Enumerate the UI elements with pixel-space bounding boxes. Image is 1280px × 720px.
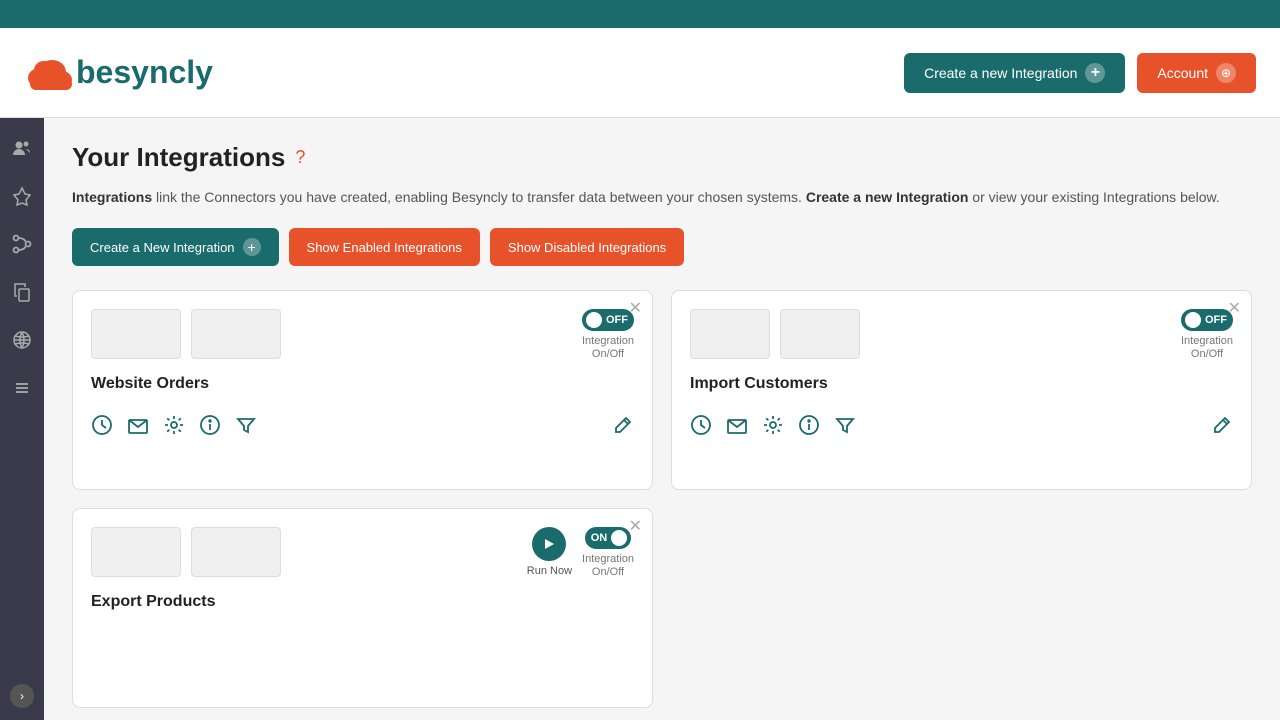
- card-logo-right-website-orders: [191, 309, 281, 359]
- toggle-import-customers[interactable]: OFF: [1181, 309, 1233, 331]
- create-new-integration-button[interactable]: Create a New Integration +: [72, 228, 279, 266]
- create-new-integration-label: Create a New Integration: [90, 240, 235, 255]
- help-icon[interactable]: ?: [295, 147, 305, 168]
- content-area: Your Integrations ? Integrations link th…: [44, 118, 1280, 720]
- account-user-icon: ⊕: [1216, 63, 1236, 83]
- card-logo-left-import-customers: [690, 309, 770, 359]
- filter-icon-website-orders[interactable]: [235, 413, 257, 436]
- sidebar-item-flow[interactable]: [8, 230, 36, 258]
- info-icon-import-customers[interactable]: [798, 413, 820, 436]
- sidebar-item-pin[interactable]: [8, 182, 36, 210]
- page-title-row: Your Integrations ?: [72, 142, 1252, 173]
- description-text1: link the Connectors you have created, en…: [152, 189, 806, 205]
- card-actions-import-customers: [690, 413, 1233, 436]
- toggle-circle-website-orders: [586, 312, 602, 328]
- toggle-sublabel-website-orders: IntegrationOn/Off: [582, 335, 634, 361]
- card-close-icon-import-customers[interactable]: ✕: [1228, 301, 1241, 317]
- logo-container: besyncly: [24, 52, 213, 94]
- clock-icon-import-customers[interactable]: [690, 413, 712, 436]
- description-text2: or view your existing Integrations below…: [968, 189, 1219, 205]
- card-icons-import-customers: [690, 413, 856, 436]
- settings-icon-website-orders[interactable]: [163, 413, 185, 436]
- sidebar: ›: [0, 118, 44, 720]
- logo-cloud-icon: [24, 52, 72, 94]
- create-integration-label: Create a new Integration: [924, 65, 1077, 81]
- integration-card-import-customers: ✕ OFF IntegrationOn/Off Import Custom: [671, 290, 1252, 490]
- top-bar: [0, 0, 1280, 28]
- page-title: Your Integrations: [72, 142, 285, 173]
- integrations-grid: ✕ OFF IntegrationOn/Off Website Order: [72, 290, 1252, 708]
- card-logo-left-website-orders: [91, 309, 181, 359]
- toggle-export-products[interactable]: ON: [585, 527, 632, 549]
- edit-icon-import-customers[interactable]: [1211, 413, 1233, 436]
- header-actions: Create a new Integration + Account ⊕: [904, 53, 1256, 93]
- sidebar-item-globe[interactable]: [8, 326, 36, 354]
- account-button[interactable]: Account ⊕: [1137, 53, 1256, 93]
- card-logos-website-orders: [91, 309, 281, 359]
- run-now-area-export-products: Run Now: [527, 527, 572, 577]
- toggle-circle-export-products: [611, 530, 627, 546]
- sidebar-item-copy[interactable]: [8, 278, 36, 306]
- account-label: Account: [1157, 65, 1208, 81]
- sidebar-item-list[interactable]: [8, 374, 36, 402]
- toggle-label-import-customers: OFF: [1205, 314, 1227, 326]
- edit-icon-website-orders[interactable]: [612, 413, 634, 436]
- card-top-website-orders: OFF IntegrationOn/Off: [91, 309, 634, 361]
- settings-icon-import-customers[interactable]: [762, 413, 784, 436]
- toggle-label-website-orders: OFF: [606, 314, 628, 326]
- toggle-on-text-export-products: ON: [591, 532, 608, 544]
- card-logos-export-products: [91, 527, 281, 577]
- show-disabled-button[interactable]: Show Disabled Integrations: [490, 228, 684, 266]
- integration-card-website-orders: ✕ OFF IntegrationOn/Off Website Order: [72, 290, 653, 490]
- card-title-export-products: Export Products: [91, 593, 634, 611]
- card-logo-left-export-products: [91, 527, 181, 577]
- toggle-website-orders[interactable]: OFF: [582, 309, 634, 331]
- page-description: Integrations link the Connectors you hav…: [72, 187, 1252, 208]
- run-now-label-export-products: Run Now: [527, 565, 572, 577]
- toggle-sublabel-import-customers: IntegrationOn/Off: [1181, 335, 1233, 361]
- card-logo-right-export-products: [191, 527, 281, 577]
- email-icon-import-customers[interactable]: [726, 413, 748, 436]
- filter-icon-import-customers[interactable]: [834, 413, 856, 436]
- card-logo-right-import-customers: [780, 309, 860, 359]
- main-layout: › Your Integrations ? Integrations link …: [0, 118, 1280, 720]
- action-buttons: Create a New Integration + Show Enabled …: [72, 228, 1252, 266]
- create-new-plus-icon: +: [243, 238, 261, 256]
- logo-text: besyncly: [76, 54, 213, 91]
- card-top-export-products: Run Now ON IntegrationOn/Off: [91, 527, 634, 579]
- sidebar-expand-icon: ›: [20, 689, 24, 703]
- description-integrations-bold: Integrations: [72, 189, 152, 205]
- create-integration-button[interactable]: Create a new Integration +: [904, 53, 1125, 93]
- email-icon-website-orders[interactable]: [127, 413, 149, 436]
- clock-icon-website-orders[interactable]: [91, 413, 113, 436]
- card-close-icon-website-orders[interactable]: ✕: [629, 301, 642, 317]
- header: besyncly Create a new Integration + Acco…: [0, 28, 1280, 118]
- sidebar-item-people[interactable]: [8, 134, 36, 162]
- show-enabled-button[interactable]: Show Enabled Integrations: [289, 228, 480, 266]
- toggle-sublabel-export-products: IntegrationOn/Off: [582, 553, 634, 579]
- card-toggle-area-import-customers: OFF IntegrationOn/Off: [1181, 309, 1233, 361]
- info-icon-website-orders[interactable]: [199, 413, 221, 436]
- sidebar-expand-button[interactable]: ›: [10, 684, 34, 708]
- card-title-import-customers: Import Customers: [690, 375, 1233, 393]
- card-close-icon-export-products[interactable]: ✕: [629, 519, 642, 535]
- card-icons-website-orders: [91, 413, 257, 436]
- card-actions-website-orders: [91, 413, 634, 436]
- create-integration-plus-icon: +: [1085, 63, 1105, 83]
- card-toggle-area-export-products: ON IntegrationOn/Off: [582, 527, 634, 579]
- integration-card-export-products: ✕ Run Now: [72, 508, 653, 708]
- card-title-website-orders: Website Orders: [91, 375, 634, 393]
- card-logos-import-customers: [690, 309, 860, 359]
- card-top-import-customers: OFF IntegrationOn/Off: [690, 309, 1233, 361]
- run-now-button-export-products[interactable]: [532, 527, 566, 561]
- card-toggle-area-website-orders: OFF IntegrationOn/Off: [582, 309, 634, 361]
- toggle-circle-import-customers: [1185, 312, 1201, 328]
- description-create-bold: Create a new Integration: [806, 189, 969, 205]
